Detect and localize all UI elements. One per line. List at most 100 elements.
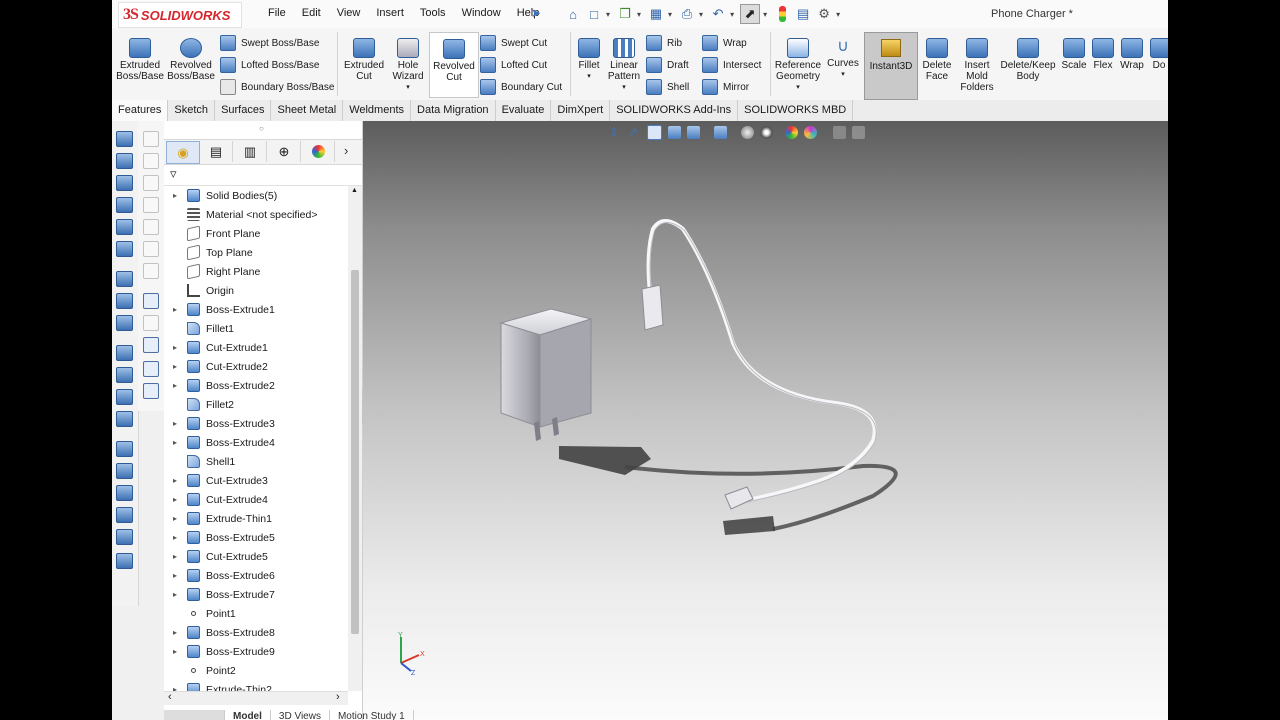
delete-keep-body-button[interactable]: Delete/Keep Body — [1000, 32, 1056, 82]
linear-pattern-button[interactable]: Linear Pattern ▾ — [606, 32, 642, 93]
toolbar-tool-icon[interactable] — [116, 197, 133, 213]
tree-item[interactable]: ▸ Cut-Extrude3 — [164, 471, 348, 490]
dimxpert-manager-tab-icon[interactable]: ⊕ — [268, 141, 301, 162]
tree-vertical-scrollbar[interactable]: ▲ — [348, 186, 362, 691]
menu-window[interactable]: Window — [454, 7, 509, 19]
curves-dropdown-icon[interactable]: ▾ — [826, 69, 860, 80]
extruded-boss-button[interactable]: Extruded Boss/Base — [116, 32, 164, 82]
print-icon[interactable]: ⎙ — [678, 5, 696, 23]
tree-item[interactable]: Top Plane — [164, 243, 348, 262]
home-icon[interactable]: ⌂ — [564, 5, 582, 23]
file-properties-icon[interactable]: ▤ — [794, 5, 812, 23]
tree-item[interactable]: ▸ Cut-Extrude5 — [164, 547, 348, 566]
delete-face-button[interactable]: Delete Face — [920, 32, 954, 82]
expand-arrow-icon[interactable]: ▸ — [170, 495, 180, 504]
swept-cut-button[interactable]: Swept Cut — [480, 34, 547, 52]
tab-3d-views[interactable]: 3D Views — [271, 710, 330, 720]
do-button[interactable]: Do — [1150, 32, 1168, 71]
tab-scroll-buttons[interactable] — [164, 710, 225, 720]
expand-arrow-icon[interactable]: ▸ — [170, 628, 180, 637]
toolbar-tool-icon[interactable] — [116, 153, 133, 169]
save-icon[interactable]: ▦ — [647, 5, 665, 23]
tree-horizontal-scrollbar[interactable]: ‹ › — [164, 691, 348, 705]
tree-item[interactable]: Fillet1 — [164, 319, 348, 338]
new-document-icon[interactable]: □ — [585, 5, 603, 23]
draft-button[interactable]: Draft — [646, 56, 689, 74]
tree-item[interactable]: ▸ Extrude-Thin1 — [164, 509, 348, 528]
scroll-right-icon[interactable]: › — [336, 691, 340, 703]
undo-icon[interactable]: ↶ — [709, 5, 727, 23]
menu-view[interactable]: View — [329, 7, 369, 19]
tab-sketch[interactable]: Sketch — [168, 100, 216, 121]
tool-icon[interactable] — [143, 293, 159, 309]
expand-arrow-icon[interactable]: ▸ — [170, 191, 180, 200]
toolbar-tool-icon[interactable] — [116, 315, 133, 331]
select-dropdown-icon[interactable]: ▾ — [763, 10, 767, 19]
revolved-boss-button[interactable]: Revolved Boss/Base — [166, 32, 216, 82]
tab-surfaces[interactable]: Surfaces — [215, 100, 272, 121]
toolbar-tool-icon[interactable] — [116, 219, 133, 235]
tab-motion-study-1[interactable]: Motion Study 1 — [330, 710, 414, 720]
print-dropdown-icon[interactable]: ▾ — [699, 10, 703, 19]
expand-arrow-icon[interactable]: ▸ — [170, 571, 180, 580]
rib-button[interactable]: Rib — [646, 34, 682, 52]
extruded-cut-button[interactable]: Extruded Cut — [341, 32, 387, 82]
scale-button[interactable]: Scale — [1060, 32, 1088, 71]
mirror-button[interactable]: Mirror — [702, 78, 749, 96]
hole-wizard-button[interactable]: Hole Wizard ▾ — [389, 32, 427, 93]
curves-button[interactable]: ∪ Curves ▾ — [826, 32, 860, 80]
tab-data-migration[interactable]: Data Migration — [411, 100, 496, 121]
menu-file[interactable]: File — [260, 7, 294, 19]
tree-item[interactable]: ▸ Boss-Extrude3 — [164, 414, 348, 433]
panel-grip-icon[interactable]: ○ — [259, 124, 264, 133]
flex-button[interactable]: Flex — [1090, 32, 1116, 71]
open-icon[interactable]: ❐ — [616, 5, 634, 23]
tab-sheet-metal[interactable]: Sheet Metal — [271, 100, 344, 121]
tree-item[interactable]: Right Plane — [164, 262, 348, 281]
tool-icon[interactable] — [143, 337, 159, 353]
scrollbar-thumb[interactable] — [351, 270, 359, 634]
save-dropdown-icon[interactable]: ▾ — [668, 10, 672, 19]
toolbar-tool-icon[interactable] — [116, 529, 133, 545]
intersect-button[interactable]: Intersect — [702, 56, 761, 74]
expand-arrow-icon[interactable]: ▸ — [170, 514, 180, 523]
tool-icon[interactable] — [143, 383, 159, 399]
tabs-scroll-right-icon[interactable]: › — [344, 143, 348, 158]
hole-wizard-dropdown-icon[interactable]: ▾ — [389, 82, 427, 93]
tree-item[interactable]: ▸ Boss-Extrude6 — [164, 566, 348, 585]
tree-item[interactable]: ▸ Boss-Extrude5 — [164, 528, 348, 547]
toolbar-tool-icon[interactable] — [116, 507, 133, 523]
tool-icon[interactable] — [143, 361, 159, 377]
lofted-cut-button[interactable]: Lofted Cut — [480, 56, 547, 74]
tab-evaluate[interactable]: Evaluate — [496, 100, 552, 121]
menu-insert[interactable]: Insert — [368, 7, 412, 19]
wrap-button[interactable]: Wrap — [702, 34, 747, 52]
toolbar-tool-icon[interactable] — [116, 175, 133, 191]
toolbar-tool-icon[interactable] — [116, 241, 133, 257]
tree-item[interactable]: ▸ Boss-Extrude9 — [164, 642, 348, 661]
reference-geometry-dropdown-icon[interactable]: ▾ — [774, 82, 822, 93]
tab-solidworks-mbd[interactable]: SOLIDWORKS MBD — [738, 100, 854, 121]
insert-mold-folders-button[interactable]: Insert Mold Folders — [958, 32, 996, 93]
lofted-boss-button[interactable]: Lofted Boss/Base — [220, 56, 319, 74]
boundary-boss-button[interactable]: Boundary Boss/Base — [220, 78, 334, 96]
toolbar-tool-icon[interactable] — [116, 411, 133, 427]
boundary-cut-button[interactable]: Boundary Cut — [480, 78, 562, 96]
toolbar-tool-icon[interactable] — [116, 367, 133, 383]
tree-item[interactable]: Fillet2 — [164, 395, 348, 414]
solidworks-logo[interactable]: 3S SOLIDWORKS — [118, 2, 242, 28]
tab-solidworks-add-ins[interactable]: SOLIDWORKS Add-Ins — [610, 100, 739, 121]
expand-arrow-icon[interactable]: ▸ — [170, 343, 180, 352]
tree-item[interactable]: ▸ Cut-Extrude4 — [164, 490, 348, 509]
pin-menu-icon[interactable]: ➤ — [531, 6, 541, 20]
toolbar-tool-icon[interactable] — [116, 345, 133, 361]
display-manager-tab-icon[interactable] — [302, 141, 335, 162]
tree-item[interactable]: ▸ Extrude-Thin2 — [164, 680, 348, 691]
expand-arrow-icon[interactable]: ▸ — [170, 476, 180, 485]
shell-button[interactable]: Shell — [646, 78, 689, 96]
tab-weldments[interactable]: Weldments — [343, 100, 412, 121]
menu-help[interactable]: Help — [509, 7, 548, 19]
tree-item[interactable]: Material <not specified> — [164, 205, 348, 224]
linear-pattern-dropdown-icon[interactable]: ▾ — [606, 82, 642, 93]
fillet-button[interactable]: Fillet ▾ — [574, 32, 604, 82]
